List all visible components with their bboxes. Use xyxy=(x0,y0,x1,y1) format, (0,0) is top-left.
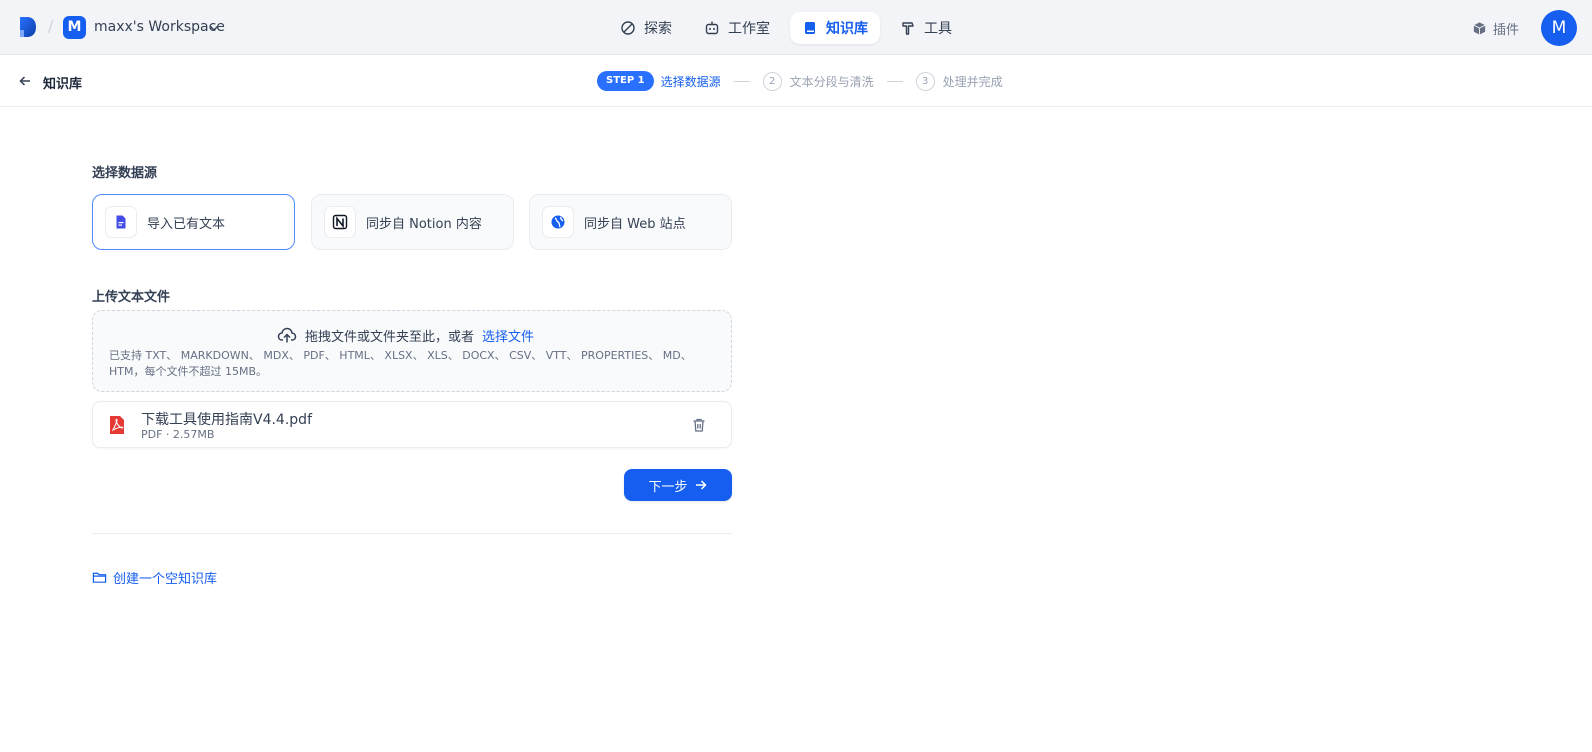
source-section-title: 选择数据源 xyxy=(92,166,158,181)
step-1-pill: STEP 1 xyxy=(597,71,654,91)
step-indicator: STEP 1 选择数据源 2 文本分段与清洗 3 处理并完成 xyxy=(597,70,1003,92)
user-avatar[interactable]: M xyxy=(1541,10,1577,46)
nav-item-explore[interactable]: 探索 xyxy=(608,12,684,44)
next-button-label: 下一步 xyxy=(648,479,688,495)
source-icon-box xyxy=(105,206,137,238)
arrow-left-icon[interactable] xyxy=(18,74,32,88)
nav-label: 探索 xyxy=(644,21,672,37)
pdf-file-icon xyxy=(110,416,124,434)
dropzone-text: 拖拽文件或文件夹至此，或者 xyxy=(305,329,475,345)
next-step-button[interactable]: 下一步 xyxy=(624,469,732,501)
cube-icon xyxy=(1473,22,1486,35)
source-icon-box xyxy=(324,206,356,238)
plugin-button[interactable]: 插件 xyxy=(1472,19,1519,38)
source-option-label: 同步自 Notion 内容 xyxy=(366,216,482,232)
top-bar: / M maxx's Workspace 探索 工作室 知识库 工具 插件 M xyxy=(0,0,1592,55)
step-3-number: 3 xyxy=(915,71,935,91)
source-icon-box xyxy=(542,206,574,238)
hammer-icon xyxy=(902,22,914,35)
web-icon xyxy=(551,215,565,229)
source-option-import-text[interactable]: 导入已有文本 xyxy=(92,194,295,250)
step-2-label: 文本分段与清洗 xyxy=(789,74,874,89)
plugin-label: 插件 xyxy=(1493,23,1520,38)
step-1-label: 选择数据源 xyxy=(660,74,721,89)
app-logo-icon[interactable] xyxy=(18,16,38,38)
nav-label: 工具 xyxy=(924,21,952,37)
file-name: 下载工具使用指南V4.4.pdf xyxy=(141,412,312,428)
book-icon xyxy=(805,22,815,34)
select-file-link[interactable]: 选择文件 xyxy=(482,326,534,345)
nav-item-tools[interactable]: 工具 xyxy=(888,12,964,44)
create-empty-label: 创建一个空知识库 xyxy=(113,572,218,587)
document-icon xyxy=(116,215,126,229)
nav-item-knowledge[interactable]: 知识库 xyxy=(790,12,880,44)
compass-icon xyxy=(621,21,635,35)
step-3-label: 处理并完成 xyxy=(942,74,1003,89)
notion-icon xyxy=(332,214,348,230)
nav-label: 知识库 xyxy=(826,21,868,37)
page-title: 知识库 xyxy=(43,77,83,92)
file-meta: PDF · 2.57MB xyxy=(141,428,215,441)
uploaded-file-item: 下载工具使用指南V4.4.pdf PDF · 2.57MB xyxy=(92,401,732,448)
source-option-notion[interactable]: 同步自 Notion 内容 xyxy=(311,194,514,250)
main-nav: 探索 工作室 知识库 工具 xyxy=(608,12,964,44)
supported-formats-tip: 已支持 TXT、 MARKDOWN、 MDX、 PDF、 HTML、 XLSX、… xyxy=(109,349,692,378)
source-option-label: 同步自 Web 站点 xyxy=(584,216,686,232)
create-empty-knowledge-link[interactable]: 创建一个空知识库 xyxy=(92,568,217,587)
nav-label: 工作室 xyxy=(728,21,770,37)
arrow-right-icon xyxy=(695,480,707,490)
step-separator xyxy=(886,80,903,82)
upload-cloud-icon xyxy=(277,327,297,343)
trash-icon[interactable] xyxy=(691,417,707,433)
chevron-down-icon[interactable] xyxy=(208,22,220,34)
step-separator xyxy=(733,80,750,82)
robot-icon xyxy=(705,21,719,35)
file-dropzone[interactable]: 拖拽文件或文件夹至此，或者 选择文件 已支持 TXT、 MARKDOWN、 MD… xyxy=(92,310,732,392)
nav-item-studio[interactable]: 工作室 xyxy=(692,12,782,44)
workspace-avatar[interactable]: M xyxy=(63,16,86,39)
folder-icon xyxy=(92,572,107,583)
breadcrumb-separator: / xyxy=(48,16,54,35)
workspace-name[interactable]: maxx's Workspace xyxy=(94,19,225,35)
sub-header: 知识库 STEP 1 选择数据源 2 文本分段与清洗 3 处理并完成 xyxy=(0,55,1592,107)
upload-section-title: 上传文本文件 xyxy=(92,290,171,305)
source-option-web[interactable]: 同步自 Web 站点 xyxy=(529,194,732,250)
step-2-number: 2 xyxy=(762,71,782,91)
section-divider xyxy=(92,533,732,534)
source-option-label: 导入已有文本 xyxy=(147,216,226,232)
dropzone-prompt: 拖拽文件或文件夹至此，或者 选择文件 xyxy=(277,325,534,345)
